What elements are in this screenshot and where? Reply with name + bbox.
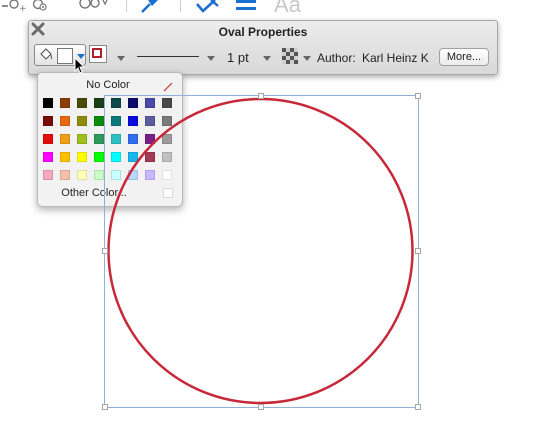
resize-handle[interactable] xyxy=(102,404,108,410)
resize-handle[interactable] xyxy=(415,404,421,410)
resize-handle[interactable] xyxy=(102,248,108,254)
chevron-down-icon[interactable] xyxy=(263,56,271,61)
chevron-down-icon[interactable] xyxy=(117,56,125,61)
stamp-icon[interactable] xyxy=(194,0,220,17)
oval-shape[interactable] xyxy=(105,96,418,407)
color-swatch[interactable] xyxy=(60,152,70,162)
resize-handle[interactable] xyxy=(415,93,421,99)
color-swatch[interactable] xyxy=(77,134,87,144)
resize-handle[interactable] xyxy=(258,404,264,410)
fill-color-swatch xyxy=(57,48,73,64)
add-person-icon[interactable] xyxy=(30,0,54,17)
mouse-cursor-icon xyxy=(74,56,86,78)
color-swatch[interactable] xyxy=(43,134,53,144)
add-person-icon[interactable]: + xyxy=(2,0,27,17)
text-style-label[interactable]: Aa xyxy=(274,0,301,18)
line-style-preview xyxy=(137,56,199,57)
group-icon[interactable] xyxy=(75,0,111,17)
color-swatch[interactable] xyxy=(77,116,87,126)
color-swatch[interactable] xyxy=(77,152,87,162)
app-toolbar: + Aa xyxy=(0,0,541,18)
chevron-down-icon[interactable] xyxy=(207,56,215,61)
color-swatch[interactable] xyxy=(60,134,70,144)
stroke-color-button[interactable] xyxy=(89,45,107,63)
svg-text:+: + xyxy=(19,4,26,14)
resize-handle[interactable] xyxy=(258,93,264,99)
line-style-dropdown[interactable] xyxy=(137,49,199,63)
author-label: Author: xyxy=(317,51,356,65)
color-swatch[interactable] xyxy=(94,116,104,126)
color-swatch[interactable] xyxy=(94,170,104,180)
color-swatch[interactable] xyxy=(60,98,70,108)
stroke-color-swatch xyxy=(92,48,102,58)
lines-icon[interactable] xyxy=(236,0,258,17)
color-swatch[interactable] xyxy=(43,98,53,108)
color-swatch[interactable] xyxy=(43,152,53,162)
more-button[interactable]: More... xyxy=(439,48,489,66)
line-width-value[interactable]: 1 pt xyxy=(227,50,249,65)
color-swatch[interactable] xyxy=(77,98,87,108)
color-swatch[interactable] xyxy=(43,170,53,180)
no-color-icon xyxy=(163,81,173,92)
opacity-icon[interactable] xyxy=(282,48,298,67)
color-swatch[interactable] xyxy=(60,170,70,180)
pin-icon[interactable] xyxy=(138,0,162,17)
oval-bounding-box[interactable] xyxy=(102,93,421,410)
oval-properties-panel: Oval Properties 1 pt Author: Karl Heinz … xyxy=(28,20,498,75)
color-swatch[interactable] xyxy=(94,98,104,108)
chevron-down-icon[interactable] xyxy=(303,56,311,61)
panel-title: Oval Properties xyxy=(218,25,308,39)
color-swatch[interactable] xyxy=(77,170,87,180)
resize-handle[interactable] xyxy=(415,248,421,254)
color-swatch[interactable] xyxy=(94,152,104,162)
color-swatch[interactable] xyxy=(60,116,70,126)
author-value: Karl Heinz K xyxy=(362,51,429,65)
no-color-option[interactable]: No Color xyxy=(38,79,178,91)
paint-bucket-icon xyxy=(39,48,53,65)
color-swatch[interactable] xyxy=(43,116,53,126)
color-swatch[interactable] xyxy=(94,134,104,144)
